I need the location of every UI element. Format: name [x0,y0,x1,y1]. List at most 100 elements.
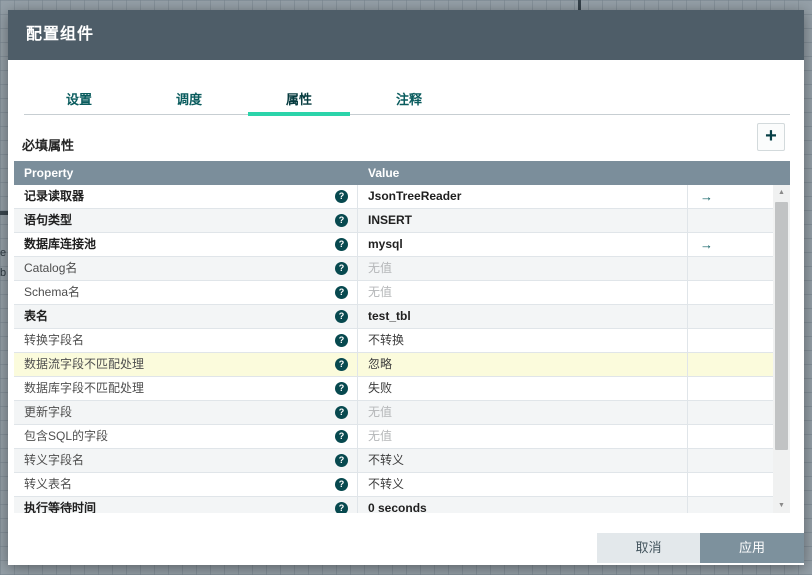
cancel-button[interactable]: 取消 [597,533,700,563]
property-value: 无值 [368,285,393,299]
help-icon[interactable]: ? [335,406,348,419]
help-icon[interactable]: ? [335,454,348,467]
go-to-service-cell [688,449,773,472]
go-to-service-cell: → [688,233,773,256]
table-row: Catalog名 ? 无值 [14,257,773,281]
property-name: 语句类型 [24,213,73,227]
scroll-thumb[interactable] [775,202,788,450]
go-to-service-cell [688,257,773,280]
help-icon[interactable]: ? [335,262,348,275]
tab-scheduling[interactable]: 调度 [134,89,244,114]
property-value-cell[interactable]: 失败 [358,377,688,400]
property-value: INSERT [368,213,413,227]
canvas-fragment: e [0,247,7,259]
help-icon[interactable]: ? [335,214,348,227]
property-value-cell[interactable]: 不转换 [358,329,688,352]
go-to-service-cell [688,329,773,352]
go-to-service-cell [688,401,773,424]
help-icon[interactable]: ? [335,430,348,443]
table-row: 记录读取器 ? JsonTreeReader → [14,185,773,209]
property-name-cell: 转义字段名 ? [14,449,358,472]
property-value-cell[interactable]: 0 seconds [358,497,688,513]
tab-bar: 设置 调度 属性 注释 [24,89,790,116]
property-name: Catalog名 [24,261,78,275]
help-icon[interactable]: ? [335,310,348,323]
help-icon[interactable]: ? [335,334,348,347]
canvas-backdrop: e b 配置组件 设置 调度 属性 注释 必填属性 + Property Value … [0,0,812,575]
scroll-up-icon[interactable]: ▲ [773,189,790,196]
property-name-cell: 语句类型 ? [14,209,358,232]
property-name: 更新字段 [24,405,73,419]
go-to-service-cell [688,377,773,400]
table-row: 转义表名 ? 不转义 [14,473,773,497]
property-value-cell[interactable]: test_tbl [358,305,688,328]
property-value: 不转义 [368,477,405,491]
tab-comments[interactable]: 注释 [354,89,464,114]
help-icon[interactable]: ? [335,358,348,371]
table-rows: 记录读取器 ? JsonTreeReader → 语句类型 ? INSERT 数… [14,185,773,513]
property-value-cell[interactable]: JsonTreeReader [358,185,688,208]
help-icon[interactable]: ? [335,502,348,513]
property-name-cell: 包含SQL的字段 ? [14,425,358,448]
help-icon[interactable]: ? [335,238,348,251]
help-icon[interactable]: ? [335,286,348,299]
property-name-cell: 表名 ? [14,305,358,328]
property-name-cell: 数据库字段不匹配处理 ? [14,377,358,400]
property-value-cell[interactable]: 不转义 [358,473,688,496]
property-value: 失败 [368,381,393,395]
property-name-cell: 记录读取器 ? [14,185,358,208]
property-value: test_tbl [368,309,411,323]
go-to-service-cell [688,425,773,448]
property-value-cell[interactable]: 无值 [358,257,688,280]
dialog-title: 配置组件 [26,26,95,43]
help-icon[interactable]: ? [335,382,348,395]
table-scrollbar[interactable]: ▲ ▼ [773,185,790,513]
property-value-cell[interactable]: 忽略 [358,353,688,376]
table-row: 转换字段名 ? 不转换 [14,329,773,353]
property-value-cell[interactable]: 不转义 [358,449,688,472]
arrow-right-icon[interactable]: → [700,189,713,204]
scroll-down-icon[interactable]: ▼ [773,502,790,509]
property-value-cell[interactable]: mysql [358,233,688,256]
apply-button[interactable]: 应用 [700,533,804,563]
property-value-cell[interactable]: 无值 [358,425,688,448]
property-name-cell: 更新字段 ? [14,401,358,424]
table-header-row: Property Value [14,161,790,185]
property-name: 转义表名 [24,477,73,491]
required-properties-label: 必填属性 [22,138,75,153]
tab-settings[interactable]: 设置 [24,89,134,114]
property-value-cell[interactable]: INSERT [358,209,688,232]
column-header-property: Property [24,166,74,180]
add-property-button[interactable]: + [757,123,785,151]
property-value-cell[interactable]: 无值 [358,401,688,424]
go-to-service-cell [688,473,773,496]
arrow-right-icon[interactable]: → [700,237,713,252]
table-row: 数据库连接池 ? mysql → [14,233,773,257]
go-to-service-cell [688,281,773,304]
property-value: JsonTreeReader [368,189,462,203]
property-name-cell: 转义表名 ? [14,473,358,496]
property-value: 无值 [368,429,393,443]
property-name: 转义字段名 [24,453,85,467]
tab-properties[interactable]: 属性 [244,89,354,116]
table-body: 记录读取器 ? JsonTreeReader → 语句类型 ? INSERT 数… [14,185,790,513]
go-to-service-cell: → [688,185,773,208]
help-icon[interactable]: ? [335,478,348,491]
property-value-cell[interactable]: 无值 [358,281,688,304]
configure-component-dialog: 配置组件 设置 调度 属性 注释 必填属性 + Property Value 记录读取… [8,10,804,565]
help-icon[interactable]: ? [335,190,348,203]
go-to-service-cell [688,305,773,328]
go-to-service-cell [688,497,773,513]
property-value: 无值 [368,405,393,419]
property-name: Schema名 [24,285,81,299]
property-value: mysql [368,237,403,251]
table-row: Schema名 ? 无值 [14,281,773,305]
property-name: 表名 [24,309,49,323]
plus-icon: + [765,125,777,147]
canvas-fragment: b [0,267,7,279]
go-to-service-cell [688,209,773,232]
property-value: 无值 [368,261,393,275]
property-value: 0 seconds [368,501,427,513]
property-name: 包含SQL的字段 [24,429,109,443]
property-name-cell: 执行等待时间 ? [14,497,358,513]
